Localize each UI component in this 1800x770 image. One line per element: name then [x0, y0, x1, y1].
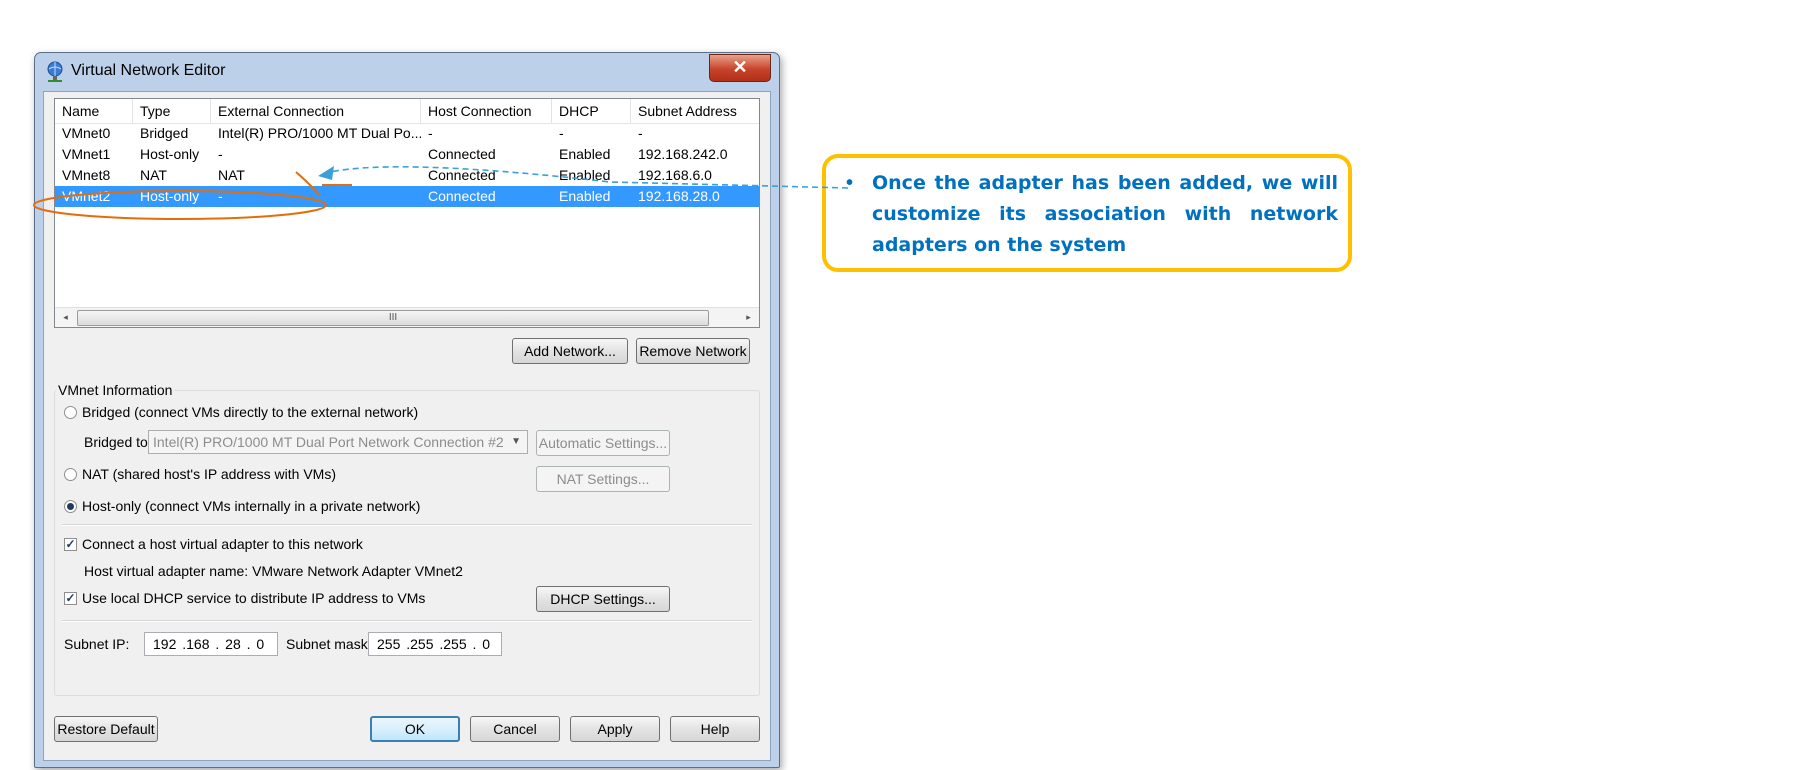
highlight-ellipse — [33, 190, 327, 220]
dashed-pointer-arrow — [329, 166, 849, 189]
arrowhead-icon — [318, 166, 334, 180]
annotation-overlay — [33, 166, 849, 220]
highlight-tail — [295, 171, 321, 197]
